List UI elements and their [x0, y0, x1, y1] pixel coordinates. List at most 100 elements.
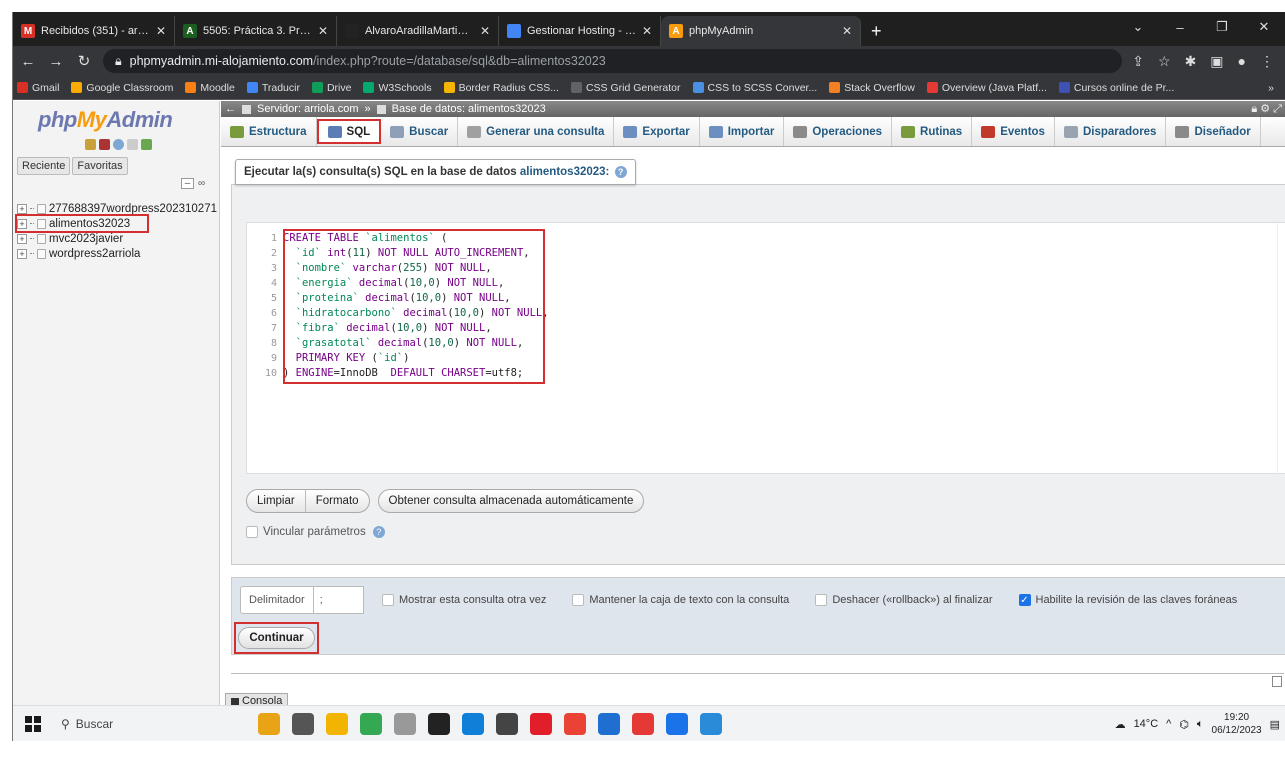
- expand-icon[interactable]: +: [17, 248, 27, 259]
- option-checkbox[interactable]: [815, 594, 828, 606]
- extensions-icon[interactable]: ✱: [1185, 53, 1197, 70]
- share-icon[interactable]: ⇪: [1132, 53, 1144, 70]
- windows-start-icon[interactable]: [25, 715, 41, 732]
- new-tab-icon[interactable]: +: [861, 16, 892, 46]
- calculator-icon[interactable]: [496, 712, 518, 735]
- database-item[interactable]: + alimentos32023: [15, 214, 149, 233]
- bind-params-checkbox[interactable]: [246, 526, 258, 538]
- tab-close-icon[interactable]: ✕: [480, 24, 490, 38]
- reload-nav-icon[interactable]: [141, 139, 152, 150]
- collapse-all-icon[interactable]: –: [181, 178, 194, 189]
- bind-params-option[interactable]: Vincular parámetros ?: [246, 526, 385, 538]
- taskbar-search[interactable]: ⚲ Buscar: [53, 709, 228, 739]
- tray-chevron-icon[interactable]: ^: [1166, 718, 1171, 730]
- tab-close-icon[interactable]: ✕: [842, 24, 852, 38]
- database-item[interactable]: + mvc2023javier: [17, 231, 217, 246]
- tab-operaciones[interactable]: Operaciones: [784, 117, 893, 146]
- option-checkbox[interactable]: [382, 594, 394, 606]
- bookmark-item[interactable]: CSS Grid Generator: [570, 82, 681, 94]
- back-icon[interactable]: ←: [19, 53, 37, 70]
- tab-importar[interactable]: Importar: [700, 117, 785, 146]
- bookmark-item[interactable]: Moodle: [185, 82, 235, 94]
- editor-vertical-scrollbar[interactable]: [1277, 223, 1285, 475]
- close-window-icon[interactable]: ✕: [1243, 19, 1285, 35]
- opera-icon[interactable]: [530, 712, 552, 735]
- database-item[interactable]: +277688397wordpress202310271: [17, 201, 217, 216]
- browser-tab[interactable]: M Recibidos (351) - arriola.valverde ✕: [13, 16, 175, 46]
- terminal-icon[interactable]: [428, 712, 450, 735]
- menu-kebab-icon[interactable]: ⋮: [1260, 53, 1274, 70]
- widgets-icon[interactable]: [258, 712, 280, 735]
- url-input[interactable]: 🔒︎ phpmyadmin.mi-alojamiento.com/index.p…: [103, 49, 1123, 73]
- tab-generar-una-consulta[interactable]: Generar una consulta: [458, 117, 615, 146]
- nav-tab-reciente[interactable]: Reciente: [17, 157, 71, 175]
- tab-estructura[interactable]: Estructura: [221, 117, 317, 146]
- bookmark-item[interactable]: Overview (Java Platf...: [926, 82, 1047, 94]
- database-name[interactable]: mvc2023javier: [49, 233, 123, 245]
- tab-buscar[interactable]: Buscar: [381, 117, 459, 146]
- bookmark-star-icon[interactable]: ☆: [1158, 53, 1171, 70]
- profile-avatar[interactable]: ●: [1238, 53, 1246, 69]
- nav-tab-favoritas[interactable]: Favoritas: [72, 157, 128, 175]
- sql-option[interactable]: Mantener la caja de texto con la consult…: [572, 594, 789, 606]
- bookmark-icon[interactable]: [1272, 676, 1282, 687]
- app-icon[interactable]: [632, 712, 654, 735]
- sql-option[interactable]: Mostrar esta consulta otra vez: [382, 594, 546, 606]
- bookmark-item[interactable]: Border Radius CSS...: [443, 82, 559, 94]
- sql-option[interactable]: ✓ Habilite la revisión de las claves forá…: [1018, 594, 1237, 606]
- tab-close-icon[interactable]: ✕: [156, 24, 166, 38]
- pma-logo[interactable]: phpMyAdmin: [38, 107, 173, 133]
- bind-params-help-icon[interactable]: ?: [372, 526, 385, 538]
- bookmark-item[interactable]: CSS to SCSS Conver...: [692, 82, 817, 94]
- expand-icon[interactable]: +: [17, 218, 27, 229]
- option-checkbox[interactable]: [572, 594, 585, 606]
- link-with-main-icon[interactable]: ∞: [198, 178, 205, 189]
- expand-icon[interactable]: +: [17, 203, 27, 214]
- clear-button[interactable]: Limpiar: [247, 490, 306, 512]
- notepad-icon[interactable]: [394, 712, 416, 735]
- bookmark-item[interactable]: W3Schools: [363, 82, 432, 94]
- logout-icon[interactable]: [99, 139, 110, 150]
- help-info-icon[interactable]: ?: [614, 166, 627, 178]
- format-button[interactable]: Formato: [306, 490, 369, 512]
- browser-tab[interactable]: AlvaroAradillaMartin/GRUPO3D ✕: [337, 16, 499, 46]
- settings-icon[interactable]: 🔒︎ ⚙ ⤢: [1251, 102, 1285, 116]
- forward-icon[interactable]: →: [47, 53, 65, 70]
- reload-icon[interactable]: ↻: [75, 52, 93, 70]
- bookmark-item[interactable]: Stack Overflow: [829, 82, 915, 94]
- chrome-dev-icon[interactable]: [666, 712, 688, 735]
- bookmarks-more-icon[interactable]: »: [1268, 82, 1282, 94]
- bookmark-item[interactable]: Drive: [311, 82, 351, 94]
- tab-close-icon[interactable]: ✕: [642, 24, 652, 38]
- home-icon[interactable]: [85, 139, 96, 150]
- tab-sql[interactable]: SQL: [316, 119, 382, 144]
- browser-tab[interactable]: AphpMyAdmin ✕: [661, 16, 861, 46]
- expand-icon[interactable]: +: [17, 233, 27, 244]
- autosave-button[interactable]: Obtener consulta almacenada automáticame…: [379, 490, 644, 512]
- bookmark-item[interactable]: Google Classroom: [71, 82, 173, 94]
- tab-close-icon[interactable]: ✕: [318, 24, 328, 38]
- database-item[interactable]: + wordpress2arriola: [17, 246, 217, 261]
- sql-option[interactable]: Deshacer («rollback») al finalizar: [815, 594, 993, 606]
- vscode-icon[interactable]: [598, 712, 620, 735]
- edge-icon[interactable]: [462, 712, 484, 735]
- minimize-icon[interactable]: –: [1159, 20, 1201, 35]
- network-icon[interactable]: ⌬: [1179, 718, 1189, 731]
- chrome-icon[interactable]: [360, 712, 382, 735]
- database-name[interactable]: wordpress2arriola: [49, 248, 140, 260]
- file-explorer-icon[interactable]: [326, 712, 348, 735]
- notifications-icon[interactable]: ▤: [1270, 718, 1280, 731]
- breadcrumb-server[interactable]: Servidor: arriola.com: [257, 103, 358, 115]
- sidebar-icon[interactable]: ▣: [1210, 53, 1223, 70]
- bookmark-item[interactable]: Cursos online de Pr...: [1058, 82, 1174, 94]
- bookmark-item[interactable]: Gmail: [17, 82, 59, 94]
- database-name[interactable]: 277688397wordpress202310271: [49, 203, 217, 215]
- continue-button[interactable]: Continuar: [238, 627, 315, 649]
- breadcrumb-database[interactable]: Base de datos: alimentos32023: [392, 103, 546, 115]
- tab-eventos[interactable]: Eventos: [972, 117, 1055, 146]
- database-name[interactable]: alimentos32023: [49, 218, 130, 230]
- weather-icon[interactable]: ☁: [1115, 718, 1126, 731]
- volume-icon[interactable]: 🔈︎: [1197, 718, 1204, 731]
- help-icon[interactable]: [113, 139, 124, 150]
- collapse-nav-icon[interactable]: ←: [225, 103, 236, 115]
